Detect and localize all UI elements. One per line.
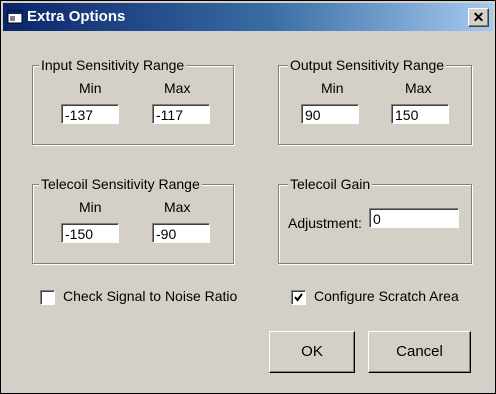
input-max-label: Max <box>164 80 191 96</box>
telecoil-sensitivity-legend: Telecoil Sensitivity Range <box>39 176 202 192</box>
telecoil-gain-legend: Telecoil Gain <box>288 176 373 192</box>
window-title: Extra Options <box>27 8 126 25</box>
input-sensitivity-group: Input Sensitivity Range Min Max -137 -11… <box>32 57 234 145</box>
adjustment-label: Adjustment: <box>288 215 362 231</box>
snr-label[interactable]: Check Signal to Noise Ratio <box>63 288 237 304</box>
close-icon: ✕ <box>472 9 485 25</box>
checkmark-icon <box>294 293 303 302</box>
telecoil-max-field[interactable]: -90 <box>152 223 210 243</box>
output-min-field[interactable]: 90 <box>301 104 359 124</box>
output-max-field[interactable]: 150 <box>391 104 449 124</box>
app-icon <box>7 10 23 24</box>
input-max-field[interactable]: -117 <box>152 104 210 124</box>
adjustment-field[interactable]: 0 <box>369 208 459 228</box>
title-bar[interactable]: Extra Options ✕ <box>3 3 493 31</box>
telecoil-min-field[interactable]: -150 <box>61 223 119 243</box>
snr-checkbox[interactable] <box>40 290 55 305</box>
extra-options-dialog: Extra Options ✕ Input Sensitivity Range … <box>0 0 496 394</box>
output-max-label: Max <box>405 80 432 96</box>
telecoil-max-label: Max <box>164 199 191 215</box>
output-min-label: Min <box>321 80 344 96</box>
output-sensitivity-legend: Output Sensitivity Range <box>288 57 447 73</box>
cancel-button[interactable]: Cancel <box>368 331 471 373</box>
ok-button[interactable]: OK <box>269 331 355 373</box>
close-button[interactable]: ✕ <box>468 8 489 27</box>
input-sensitivity-legend: Input Sensitivity Range <box>39 57 187 73</box>
telecoil-gain-group: Telecoil Gain Adjustment: 0 <box>278 176 472 264</box>
scratch-area-checkbox[interactable] <box>291 290 306 305</box>
input-min-field[interactable]: -137 <box>61 104 119 124</box>
input-min-label: Min <box>79 80 102 96</box>
telecoil-min-label: Min <box>79 199 102 215</box>
telecoil-sensitivity-group: Telecoil Sensitivity Range Min Max -150 … <box>32 176 234 264</box>
output-sensitivity-group: Output Sensitivity Range Min Max 90 150 <box>278 57 472 145</box>
scratch-area-label[interactable]: Configure Scratch Area <box>314 288 459 304</box>
